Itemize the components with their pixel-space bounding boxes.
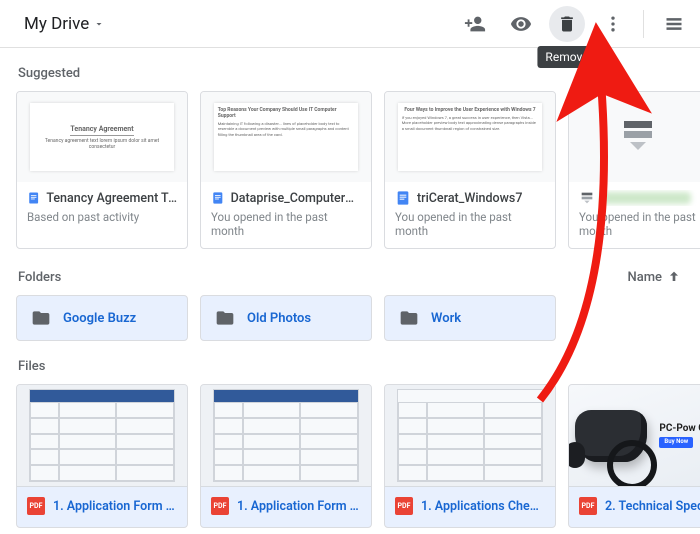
pdf-icon: PDF xyxy=(27,497,45,515)
stack-icon xyxy=(618,119,658,155)
folder-card[interactable]: Work xyxy=(384,295,556,341)
file-card[interactable]: PDF 1. Application Form f... xyxy=(16,384,188,528)
suggested-card[interactable]: You opened in the past month xyxy=(568,91,700,249)
vr-headset-image xyxy=(575,410,647,462)
remove-button[interactable]: Remove xyxy=(549,6,585,42)
sort-button[interactable]: Name xyxy=(627,269,682,285)
arrow-up-icon xyxy=(666,269,682,285)
eye-icon xyxy=(510,13,532,35)
folder-icon xyxy=(399,308,419,328)
suggested-card[interactable]: Tenancy AgreementTenancy agreement text … xyxy=(16,91,188,249)
file-thumbnail xyxy=(201,385,371,487)
more-options-button[interactable] xyxy=(595,6,631,42)
breadcrumb-my-drive[interactable]: My Drive xyxy=(18,10,111,38)
pdf-icon: PDF xyxy=(579,497,597,515)
file-card[interactable]: PDF 1. Application Form f... xyxy=(200,384,372,528)
suggested-card[interactable]: Top Reasons Your Company Should Use IT C… xyxy=(200,91,372,249)
toolbar: Remove xyxy=(457,6,692,42)
suggested-thumbnail: Tenancy AgreementTenancy agreement text … xyxy=(17,92,187,182)
folder-icon xyxy=(215,308,235,328)
stack-icon xyxy=(579,190,595,206)
suggested-name-redacted xyxy=(601,192,691,204)
share-button[interactable] xyxy=(457,6,493,42)
toolbar-separator xyxy=(643,10,644,38)
folders-header-row: Folders Name xyxy=(0,249,700,295)
suggested-thumbnail: Four Ways to Improve the User Experience… xyxy=(385,92,555,182)
suggested-card[interactable]: Four Ways to Improve the User Experience… xyxy=(384,91,556,249)
folder-icon xyxy=(31,308,51,328)
pdf-icon: PDF xyxy=(395,497,413,515)
google-docs-icon xyxy=(395,190,411,206)
google-docs-icon xyxy=(27,190,40,206)
folder-card[interactable]: Old Photos xyxy=(200,295,372,341)
remove-tooltip: Remove xyxy=(537,46,596,68)
file-thumbnail xyxy=(385,385,555,487)
breadcrumb-label: My Drive xyxy=(24,14,89,34)
suggested-thumbnail: Top Reasons Your Company Should Use IT C… xyxy=(201,92,371,182)
trash-icon xyxy=(557,14,577,34)
preview-button[interactable] xyxy=(503,6,539,42)
caret-down-icon xyxy=(93,18,105,30)
section-title-files: Files xyxy=(0,341,700,384)
page-header: My Drive Remove xyxy=(0,0,700,48)
folders-row: Google Buzz Old Photos Work xyxy=(0,295,700,341)
section-title-folders: Folders xyxy=(18,270,61,285)
pdf-icon: PDF xyxy=(211,497,229,515)
file-preview-text: PC-Pow GamingBuy Now xyxy=(659,423,700,448)
list-view-icon xyxy=(664,14,684,34)
file-card[interactable]: PDF 1. Applications Check... xyxy=(384,384,556,528)
more-vert-icon xyxy=(603,14,623,34)
file-card[interactable]: PC-Pow GamingBuy Now PDF 2. Technical Sp… xyxy=(568,384,700,528)
list-view-button[interactable] xyxy=(656,6,692,42)
google-docs-icon xyxy=(211,190,225,206)
share-person-plus-icon xyxy=(464,13,486,35)
suggested-thumbnail xyxy=(569,92,700,182)
folder-card[interactable]: Google Buzz xyxy=(16,295,188,341)
file-thumbnail xyxy=(17,385,187,487)
file-thumbnail: PC-Pow GamingBuy Now xyxy=(569,385,700,487)
files-row: PDF 1. Application Form f... PDF 1. Appl… xyxy=(0,384,700,528)
suggested-row: Tenancy AgreementTenancy agreement text … xyxy=(0,91,700,249)
